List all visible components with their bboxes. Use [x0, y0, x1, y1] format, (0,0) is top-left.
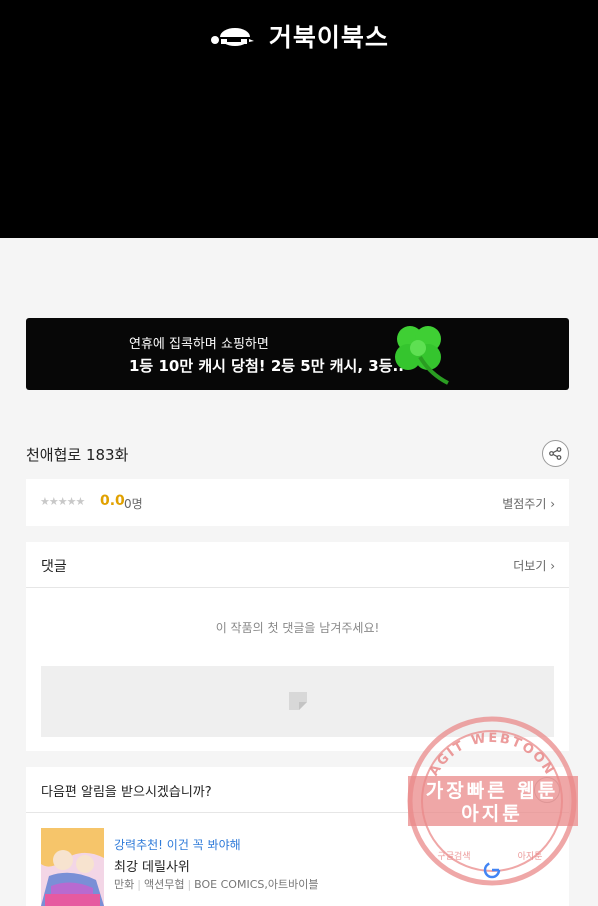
site-logo[interactable]: 거북이북스: [0, 18, 598, 54]
genre-category: 만화: [114, 878, 135, 891]
logo-text: 거북이북스: [268, 23, 389, 52]
next-episode-header: 다음편 알림을 받으시겠습니까?: [26, 767, 569, 813]
episode-title: 천애협로 183화: [26, 446, 129, 464]
recommend-meta: 만화 | 액션무협 | BOE COMICS,아트바이블: [114, 878, 319, 891]
next-episode-panel: 다음편 알림을 받으시겠습니까? 강력추천! 이건 꼭 봐야해 최강 데릴사위 …: [26, 767, 569, 906]
site-header: 거북이북스: [0, 0, 598, 238]
comment-placeholder-icon: [289, 692, 307, 710]
comments-header: 댓글 더보기 ›: [26, 542, 569, 588]
thumbnail-art: [41, 828, 104, 906]
rating-panel: ★★★★★ 0.0 0명 별점주기 ›: [26, 479, 569, 526]
banner-line-2: 1등 10만 캐시 당첨! 2등 5만 캐시, 3등..: [129, 357, 404, 375]
notification-toggle[interactable]: [534, 777, 560, 803]
next-episode-question: 다음편 알림을 받으시겠습니까?: [41, 785, 212, 800]
share-button[interactable]: [542, 440, 569, 467]
rating-count: 0명: [124, 497, 143, 511]
recommend-title[interactable]: 최강 데릴사위: [114, 856, 190, 875]
publisher: BOE COMICS,아트바이블: [194, 878, 319, 891]
genre-subcategory: 액션무협: [143, 878, 185, 891]
rate-button[interactable]: 별점주기 ›: [502, 495, 555, 512]
four-leaf-clover-icon: [395, 326, 449, 385]
event-banner[interactable]: 연휴에 집콕하며 쇼핑하면 1등 10만 캐시 당첨! 2등 5만 캐시, 3등…: [26, 318, 569, 390]
comments-title: 댓글: [41, 559, 67, 575]
banner-line-1: 연휴에 집콕하며 쇼핑하면: [129, 337, 269, 352]
recommend-label: 강력추천! 이건 꼭 봐야해: [114, 838, 241, 852]
empty-comments-message: 이 작품의 첫 댓글을 남겨주세요!: [215, 621, 380, 635]
rating-stars: ★★★★★: [40, 495, 85, 508]
turtle-icon: [211, 28, 255, 46]
comment-input[interactable]: [41, 666, 554, 737]
rating-score: 0.0: [100, 493, 125, 509]
share-icon: [549, 447, 562, 460]
comments-more-link[interactable]: 더보기 ›: [513, 557, 555, 574]
recommend-thumbnail[interactable]: [41, 828, 104, 906]
comments-panel: 댓글 더보기 › 이 작품의 첫 댓글을 남겨주세요!: [26, 542, 569, 751]
